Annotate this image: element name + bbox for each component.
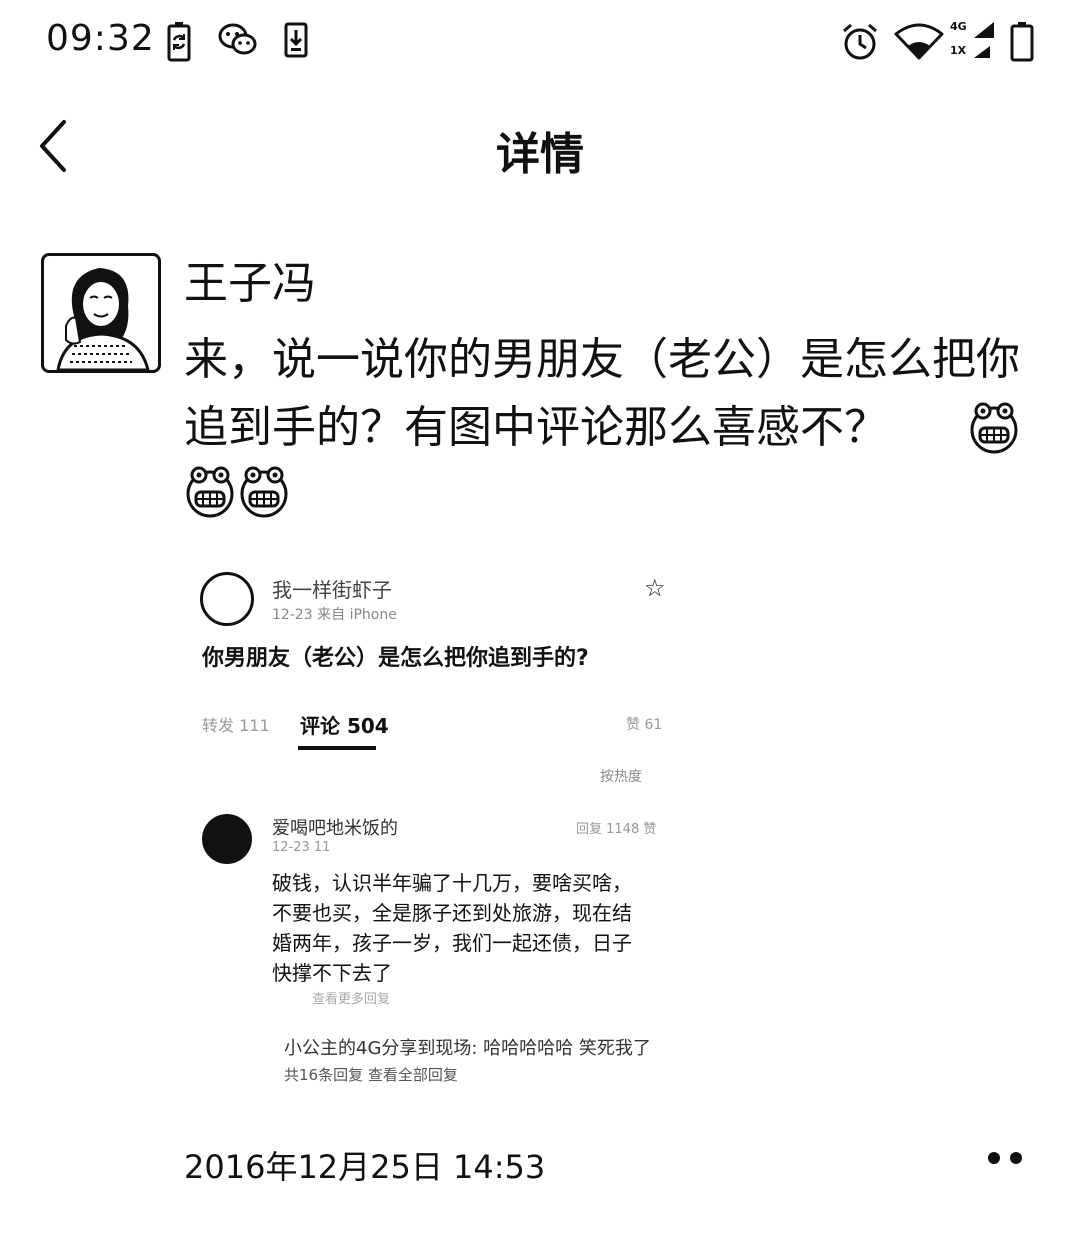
embedded-comment-meta: 12-23 11 — [272, 840, 331, 855]
page-title: 详情 — [496, 129, 584, 180]
embedded-meta: 12-23 来自 iPhone — [272, 607, 397, 623]
battery-icon — [1010, 22, 1034, 62]
embedded-comment-text: 破钱，认识半年骗了十几万，要啥买啥，不要也买，全是豚子还到处旅游，现在结婚两年，… — [272, 871, 632, 985]
embedded-comment-actions: 回复 1148 赞 — [576, 822, 657, 837]
wifi-icon — [894, 23, 944, 60]
grin-emoji — [970, 402, 1018, 454]
embedded-comment-sub: 查看更多回复 — [312, 992, 391, 1007]
author-avatar[interactable] — [41, 253, 161, 373]
grin-emoji — [186, 466, 234, 518]
alarm-icon — [843, 23, 877, 60]
nav-bar: 详情 — [0, 96, 1080, 196]
embedded-footer-line2: 共16条回复 查看全部回复 — [284, 1066, 458, 1084]
embedded-author: 我一样街虾子 — [272, 578, 392, 602]
emoji-row — [184, 466, 292, 518]
embedded-title: 你男朋友（老公）是怎么把你追到手的? — [202, 646, 589, 671]
post-timestamp: 2016年12月25日 14:53 — [184, 1148, 546, 1186]
embedded-tab-comments: 评论 504 — [300, 714, 389, 738]
post-image[interactable]: 我一样街虾子 12-23 来自 iPhone ☆ 你男朋友（老公）是怎么把你追到… — [180, 552, 690, 1092]
embedded-tab-underline — [298, 746, 376, 750]
download-icon — [284, 22, 308, 58]
embedded-footer-line1: 小公主的4G分享到现场: 哈哈哈哈哈 笑死我了 — [284, 1038, 651, 1059]
wechat-icon — [218, 23, 257, 55]
post-text: 来，说一说你的男朋友（老公）是怎么把你追到手的？有图中评论那么喜感不？ — [184, 334, 1020, 453]
embedded-tab-likes: 赞 61 — [626, 717, 663, 733]
embedded-comment-avatar — [202, 814, 252, 864]
more-dots-icon — [988, 1152, 1000, 1164]
status-time: 09:32 — [46, 18, 155, 59]
embedded-avatar — [200, 572, 254, 626]
embedded-tab-repost: 转发 111 — [202, 716, 270, 735]
star-icon: ☆ — [644, 574, 666, 602]
more-button[interactable] — [984, 1146, 1028, 1170]
signal-4g-icon: 4G 1X — [950, 20, 996, 62]
embedded-comment-name: 爱喝吧地米饭的 — [272, 818, 398, 839]
more-dots-icon — [1010, 1152, 1022, 1164]
grin-emoji — [240, 466, 288, 518]
author-name[interactable]: 王子冯 — [184, 254, 316, 314]
embedded-sort: 按热度 — [600, 769, 642, 785]
status-bar: 09:32 4G 1X — [0, 0, 1080, 84]
emoji-inline — [968, 402, 1022, 454]
sync-battery-icon — [167, 22, 191, 62]
author-portrait-image — [56, 268, 150, 370]
